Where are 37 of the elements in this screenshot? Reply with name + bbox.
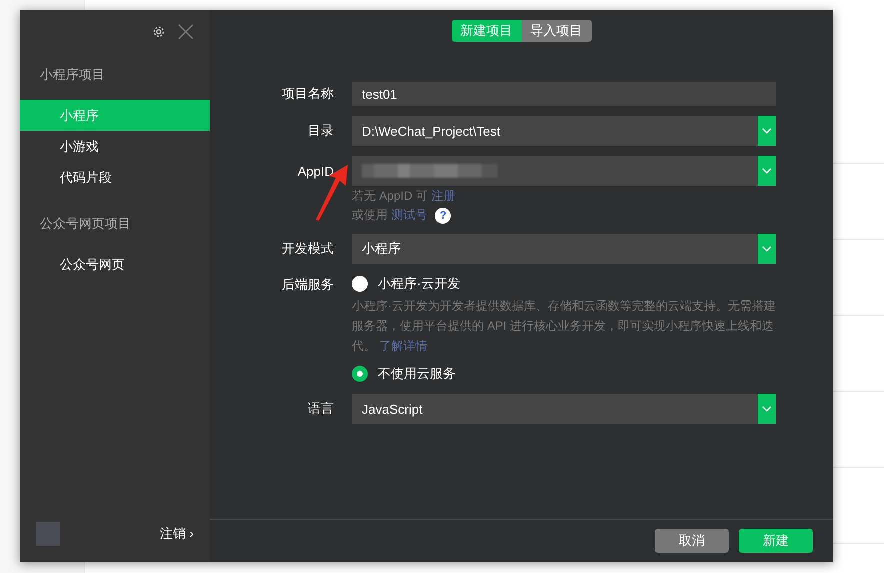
directory-dropdown[interactable]: D:\WeChat_Project\Test	[352, 116, 776, 146]
logout-link[interactable]: 注销 ›	[160, 525, 194, 543]
radio-label: 小程序·云开发	[378, 275, 460, 293]
field-label: 语言	[307, 400, 334, 418]
caret-icon	[762, 168, 772, 174]
caret-icon	[762, 406, 772, 412]
description-text: 小程序·云开发为开发者提供数据库、存储和云函数等完整的云端支持。无需搭建服务器，使用平台提供的 API 进行核心业务开发，即可实现小程序快速上线和迭代。 了解详情	[352, 298, 776, 355]
avatar	[36, 522, 60, 546]
appid-dropdown[interactable]	[352, 156, 776, 186]
field-label: 开发模式	[281, 240, 334, 258]
sidebar-section-title: 小程序项目	[39, 66, 106, 84]
field-label: 后端服务	[281, 276, 334, 294]
learn-more-link[interactable]: 了解详情	[379, 339, 428, 353]
hint-text: 或使用 测试号	[352, 207, 428, 224]
hint-text: 若无 AppID 可 注册	[352, 188, 456, 205]
help-icon[interactable]: ?	[435, 208, 452, 224]
radio-button[interactable]	[352, 276, 368, 292]
language-dropdown[interactable]: JavaScript	[352, 394, 776, 424]
radio-button[interactable]	[352, 366, 368, 382]
sidebar-item[interactable]: 小游戏	[20, 131, 210, 162]
register-link[interactable]: 注册	[431, 189, 456, 203]
dev-mode-dropdown[interactable]: 小程序	[352, 234, 776, 264]
tab[interactable]: 导入项目	[522, 20, 592, 42]
sidebar-section-title: 公众号网页项目	[39, 215, 132, 233]
cancel-button[interactable]: 取消	[655, 529, 729, 553]
close-icon[interactable]	[178, 24, 194, 40]
field-label: AppID	[296, 164, 334, 178]
sidebar-item[interactable]: 代码片段	[20, 162, 210, 193]
radio-label: 不使用云服务	[378, 365, 456, 383]
project-name-field[interactable]: test01	[352, 82, 776, 106]
test-account-link[interactable]: 测试号	[391, 208, 428, 222]
field-label: 项目名称	[281, 85, 334, 103]
caret-icon	[762, 246, 772, 252]
caret-icon	[762, 128, 772, 134]
settings-icon[interactable]	[152, 25, 166, 39]
sidebar-item[interactable]: 公众号网页	[20, 249, 210, 280]
field-label: 目录	[307, 122, 334, 140]
